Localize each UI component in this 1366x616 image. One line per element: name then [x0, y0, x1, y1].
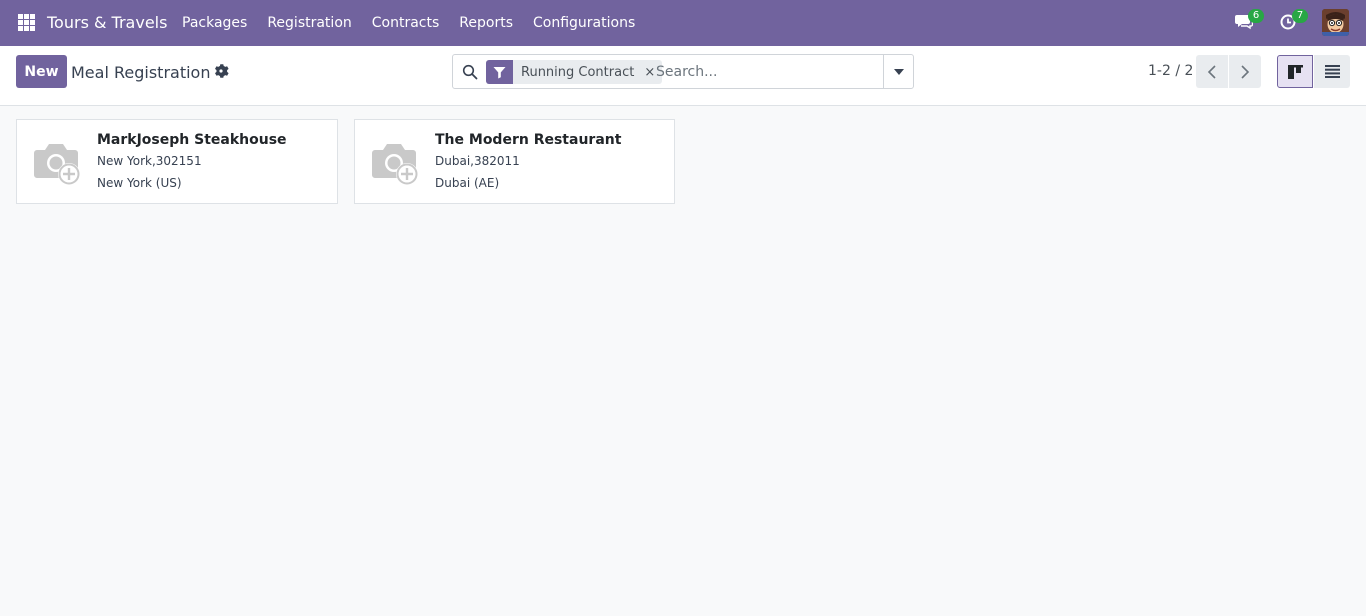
page-title: Meal Registration — [71, 63, 211, 82]
chevron-left-icon — [1207, 64, 1216, 79]
menu-item-configurations[interactable]: Configurations — [523, 0, 645, 46]
search-bar: Running Contract × — [452, 54, 914, 89]
card-title: The Modern Restaurant — [435, 132, 622, 148]
menu-item-registration[interactable]: Registration — [257, 0, 361, 46]
control-panel: New Meal Registration Running Contract ×… — [0, 46, 1366, 106]
kanban-view-button[interactable] — [1277, 55, 1313, 88]
filter-facet-label: Running Contract — [521, 64, 635, 80]
activities-badge: 7 — [1292, 9, 1308, 23]
menu-item-packages[interactable]: Packages — [172, 0, 257, 46]
camera-placeholder-icon — [372, 144, 418, 185]
pager-previous-button[interactable] — [1196, 55, 1228, 88]
new-button[interactable]: New — [16, 55, 67, 88]
user-avatar[interactable] — [1322, 9, 1349, 36]
kanban-card[interactable]: MarkJoseph Steakhouse New York,302151 Ne… — [16, 119, 338, 204]
messages-badge: 6 — [1248, 9, 1264, 23]
messages-button[interactable]: 6 — [1235, 9, 1264, 34]
card-state-country: Dubai (AE) — [435, 176, 500, 190]
list-view-button[interactable] — [1314, 55, 1350, 88]
filter-icon — [486, 60, 513, 84]
search-input[interactable] — [656, 62, 881, 82]
menu-item-contracts[interactable]: Contracts — [362, 0, 450, 46]
list-view-icon — [1324, 65, 1340, 78]
top-navbar: Tours & Travels Packages Registration Co… — [0, 0, 1366, 46]
chevron-right-icon — [1241, 64, 1250, 79]
pager-next-button[interactable] — [1229, 55, 1261, 88]
kanban-view-icon — [1287, 64, 1303, 79]
card-title: MarkJoseph Steakhouse — [97, 132, 287, 148]
filter-facet: Running Contract × — [486, 60, 663, 84]
pager-value[interactable]: 1-2 / 2 — [1148, 63, 1193, 79]
gear-icon[interactable] — [213, 63, 229, 79]
main-menu: Packages Registration Contracts Reports … — [172, 0, 645, 46]
camera-placeholder-icon — [34, 144, 80, 185]
search-icon[interactable] — [462, 64, 478, 80]
kanban-card[interactable]: The Modern Restaurant Dubai,382011 Dubai… — [354, 119, 675, 204]
app-brand[interactable]: Tours & Travels — [47, 13, 167, 32]
activities-button[interactable]: 7 — [1279, 9, 1308, 34]
card-state-country: New York (US) — [97, 176, 182, 190]
search-options-toggle[interactable] — [883, 55, 913, 88]
apps-grid-icon[interactable] — [18, 14, 35, 31]
card-city-zip: New York,302151 — [97, 154, 202, 168]
caret-down-icon — [893, 68, 904, 75]
menu-item-reports[interactable]: Reports — [449, 0, 523, 46]
card-city-zip: Dubai,382011 — [435, 154, 520, 168]
